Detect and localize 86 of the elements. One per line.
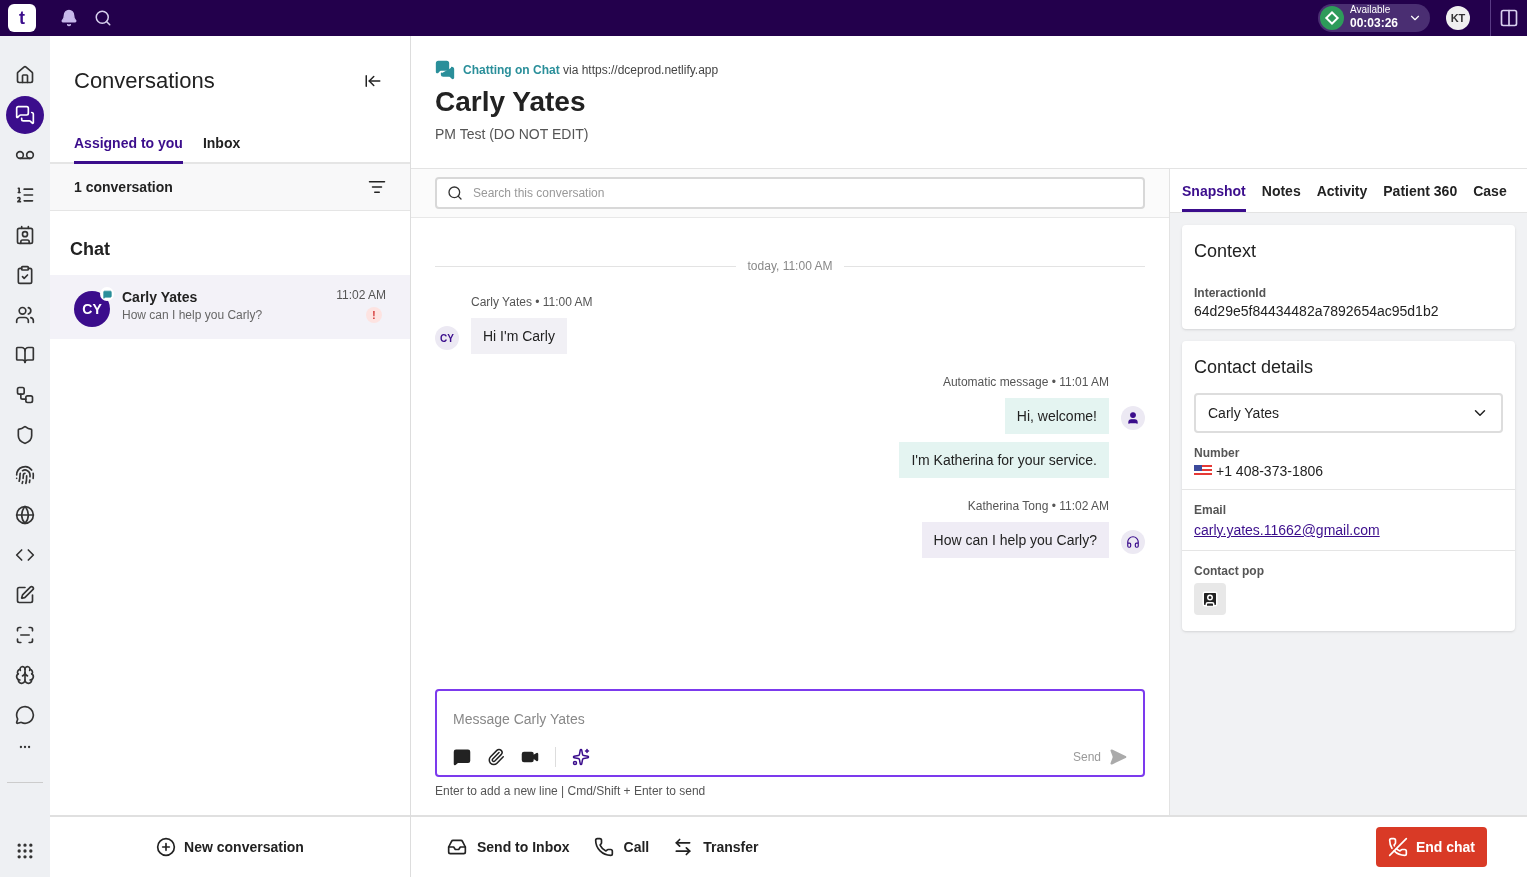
panel-layout-icon[interactable] — [1499, 8, 1519, 28]
new-conversation-button[interactable]: New conversation — [156, 837, 304, 857]
status-icon — [1319, 6, 1344, 30]
user-avatar[interactable]: KT — [1446, 6, 1470, 30]
tab[interactable]: Case — [1473, 181, 1507, 212]
tab[interactable]: Activity — [1316, 181, 1368, 212]
channel-info: Chatting on Chat via https://dceprod.netlify.app — [463, 62, 719, 78]
message-meta: Katherina Tong • 11:02 AM — [967, 498, 1109, 514]
contact-title: Carly Yates — [435, 85, 587, 119]
end-call-icon — [1387, 837, 1408, 857]
message-input[interactable]: Message Carly Yates — [453, 709, 1127, 729]
notifications-icon[interactable] — [60, 9, 78, 27]
end-chat-button[interactable]: End chat — [1375, 827, 1487, 867]
apps-grid-icon[interactable] — [15, 841, 35, 861]
contact-pop-button[interactable] — [1194, 583, 1226, 615]
search-icon[interactable] — [94, 9, 112, 27]
chat-agent-icon — [15, 105, 35, 125]
attachment-icon[interactable] — [487, 748, 505, 766]
bot-avatar-icon — [1121, 406, 1145, 430]
inbox-icon — [447, 837, 467, 857]
sparkle-icon[interactable] — [572, 748, 590, 766]
book-icon — [15, 345, 35, 365]
alert-badge: ! — [366, 307, 382, 323]
conversation-item[interactable]: CY Carly Yates How can I help you Carly? 11:02 AM ! — [50, 275, 410, 339]
action-button[interactable]: Call — [593, 837, 650, 857]
tab[interactable]: Patient 360 — [1383, 181, 1458, 212]
scan-icon — [15, 625, 35, 645]
us-flag-icon — [1194, 465, 1212, 477]
date-divider: today, 11:00 AM — [747, 258, 833, 274]
brain-icon — [15, 665, 35, 685]
tab[interactable]: Inbox — [202, 133, 241, 164]
edit-icon — [15, 585, 35, 605]
workflow-icon — [15, 385, 35, 405]
contact-card-icon — [1201, 590, 1219, 608]
panel-title: Conversations — [74, 67, 215, 95]
send-icon — [1109, 748, 1127, 766]
speech-bubble-icon — [15, 705, 35, 725]
contact-book-icon — [15, 225, 35, 245]
composer-hint: Enter to add a new line | Cmd/Shift + Enter to send — [435, 783, 707, 799]
message-bubble: How can I help you Carly? — [921, 522, 1109, 558]
message-meta: Automatic message • 11:01 AM — [942, 374, 1109, 390]
list-icon — [15, 185, 35, 205]
phone-icon — [593, 837, 614, 857]
headset-icon — [1121, 530, 1145, 554]
section-heading: Chat — [69, 238, 111, 261]
status-timer: 00:03:26 — [1349, 15, 1398, 31]
message-bubble: Hi, welcome! — [1004, 398, 1109, 434]
globe-icon — [15, 505, 35, 525]
interaction-id: 64d29e5f84434482a7892654ac95d1b2 — [1194, 302, 1440, 321]
message-bubble: Hi I'm Carly — [471, 318, 567, 354]
card-title: Context — [1194, 240, 1258, 263]
status-selector[interactable]: Available 00:03:26 — [1317, 4, 1430, 32]
app-logo[interactable]: t — [8, 4, 36, 32]
message-meta: Carly Yates • 11:00 AM — [471, 294, 593, 310]
people-icon — [15, 305, 35, 325]
email-link[interactable]: carly.yates.11662@gmail.com — [1194, 522, 1380, 538]
contact-dropdown[interactable]: Carly Yates — [1194, 393, 1503, 433]
contact-avatar: CY — [74, 291, 110, 327]
message-time: 11:02 AM — [336, 287, 386, 303]
field-label: Contact pop — [1194, 563, 1265, 579]
status-label: Available — [1349, 5, 1392, 15]
fingerprint-icon — [15, 465, 35, 485]
conversation-count: 1 conversation — [74, 178, 173, 197]
contact-avatar: CY — [435, 326, 459, 350]
contact-name: Carly Yates — [122, 288, 199, 307]
message-bubble: I'm Katherina for your service. — [899, 442, 1109, 478]
message-preview: How can I help you Carly? — [122, 307, 264, 323]
field-label: Number — [1194, 445, 1241, 461]
chat-channel-icon — [435, 60, 455, 80]
card-title: Contact details — [1193, 356, 1315, 379]
nav-item[interactable] — [6, 96, 44, 134]
clipboard-check-icon — [15, 265, 35, 285]
field-label: InteractionId — [1194, 285, 1267, 301]
field-label: Email — [1194, 502, 1227, 518]
contact-subtitle: PM Test (DO NOT EDIT) — [435, 125, 590, 144]
action-button[interactable]: Transfer — [673, 837, 759, 857]
shield-icon — [15, 425, 35, 445]
quick-reply-icon[interactable] — [453, 748, 471, 766]
search-field[interactable]: Search this conversation — [435, 177, 1145, 209]
sort-icon[interactable] — [368, 178, 386, 196]
plus-icon — [156, 837, 177, 857]
chat-badge-icon — [100, 287, 114, 301]
phone-number: +1 408-373-1806 — [1216, 462, 1324, 481]
tab[interactable]: Notes — [1261, 181, 1301, 212]
action-button[interactable]: Send to Inbox — [447, 837, 570, 857]
home-icon — [15, 65, 35, 85]
